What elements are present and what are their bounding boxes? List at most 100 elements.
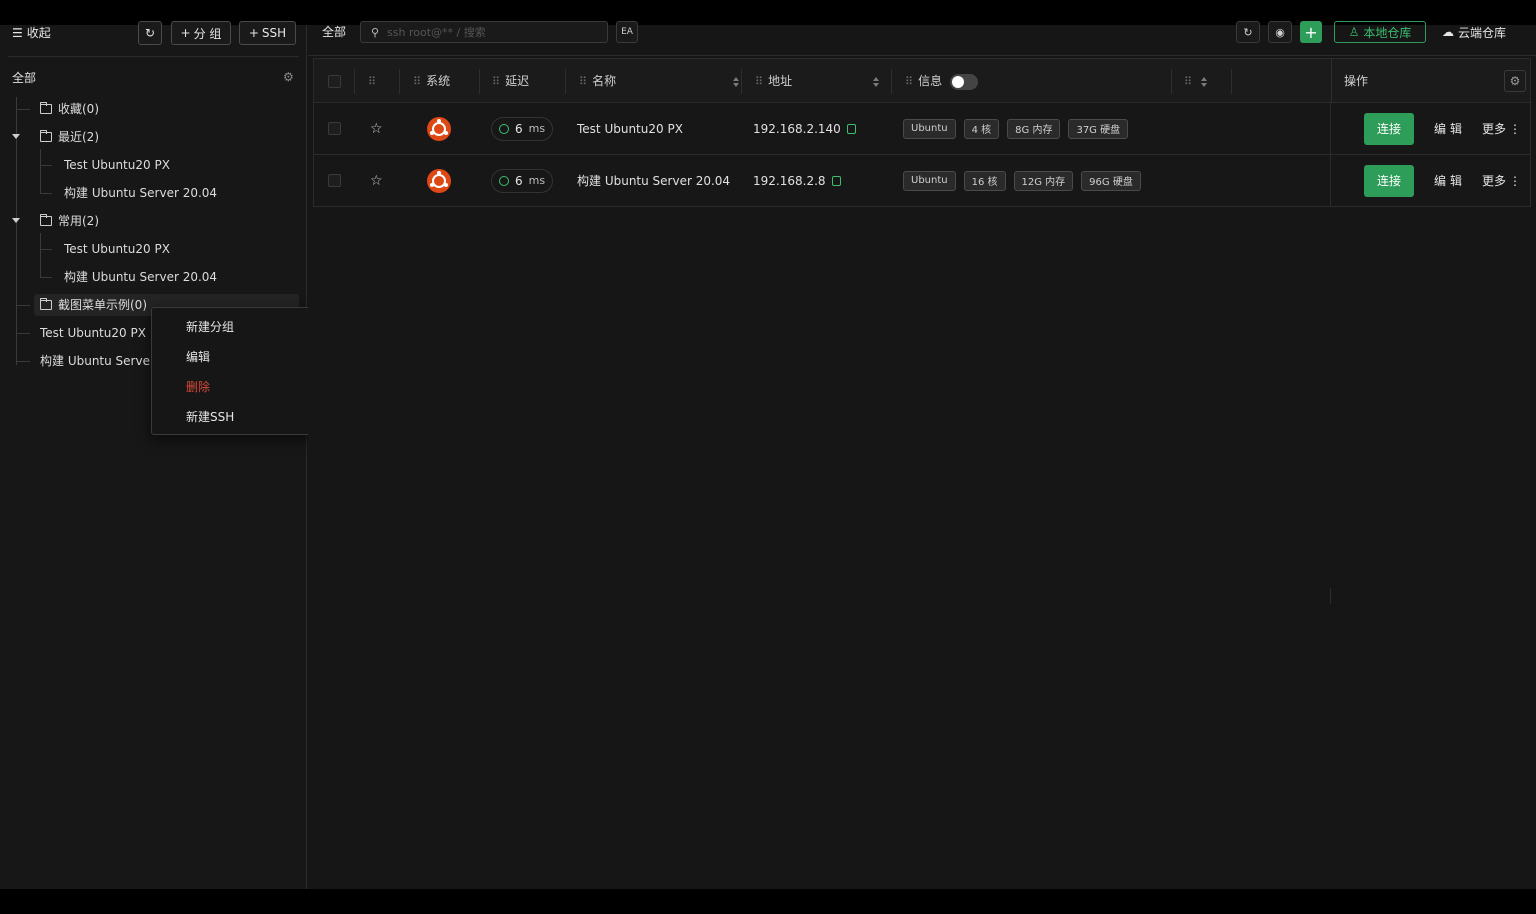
- collapse-button[interactable]: ☰ 收起: [12, 25, 51, 41]
- sort-icon[interactable]: [873, 76, 879, 87]
- tag-os: Ubuntu: [903, 118, 956, 139]
- sort-icon[interactable]: [733, 76, 739, 87]
- ubuntu-icon: [427, 116, 451, 141]
- tree-guide: [16, 305, 30, 306]
- tree-group-favorites[interactable]: 收藏(0): [40, 98, 99, 120]
- tree-group-common[interactable]: 常用(2): [40, 210, 99, 232]
- refresh-button[interactable]: ↻: [138, 21, 162, 45]
- header-system[interactable]: ⠿ 系统: [413, 59, 450, 104]
- row-checkbox[interactable]: [328, 122, 341, 135]
- header-name[interactable]: ⠿ 名称: [579, 59, 739, 104]
- copy-icon[interactable]: [831, 175, 841, 186]
- tree-guide: [40, 277, 52, 278]
- more-label: 更多: [1482, 122, 1507, 136]
- sidebar: ☰ 收起 ↻ + 分 组 + SSH 全部 ⚙ 收藏(0) 最近(2) Test…: [0, 21, 338, 889]
- tag-cpu: 16 核: [963, 170, 1006, 191]
- column-divider: [1231, 69, 1232, 94]
- collapse-label: 收起: [26, 26, 51, 40]
- more-button[interactable]: 更多 ⋮: [1482, 172, 1521, 189]
- translate-button[interactable]: EA: [616, 21, 638, 43]
- search-input[interactable]: [387, 25, 588, 39]
- header-extra[interactable]: ⠿: [1184, 59, 1208, 104]
- row-checkbox[interactable]: [328, 174, 341, 187]
- select-all-checkbox[interactable]: [328, 75, 341, 88]
- all-groups-title[interactable]: 全部: [12, 69, 36, 86]
- tree-host-item[interactable]: Test Ubuntu20 PX: [64, 238, 170, 260]
- menu-item-new-ssh[interactable]: 新建SSH: [186, 408, 234, 426]
- drag-handle-icon[interactable]: ⠿: [368, 59, 376, 104]
- add-group-button[interactable]: + 分 组: [171, 21, 231, 45]
- name-cell: 构建 Ubuntu Server 20.04: [577, 174, 731, 188]
- settings-icon[interactable]: ⚙: [283, 70, 294, 84]
- info-toggle[interactable]: [950, 73, 979, 90]
- latency-value: 6: [515, 173, 523, 188]
- cloud-repo-button[interactable]: ☁ 云端仓库: [1442, 23, 1506, 41]
- latency-cell: 6 ms: [491, 155, 554, 206]
- sort-icon[interactable]: [1201, 76, 1208, 87]
- header-label: 名称: [592, 74, 617, 88]
- info-cell: Ubuntu 16 核 12G 内存 96G 硬盘: [903, 155, 1149, 206]
- tree-host-item[interactable]: 构建 Ubuntu Server: [40, 350, 155, 372]
- ops-cell: 连接: [1364, 155, 1414, 206]
- header-address[interactable]: ⠿ 地址: [755, 59, 879, 104]
- tree-host-item[interactable]: Test Ubuntu20 PX: [64, 154, 170, 176]
- tree-host-item[interactable]: 构建 Ubuntu Server 20.04: [64, 182, 217, 204]
- favorite-cell: ☆: [370, 103, 383, 154]
- tree-group-label: 常用(2): [58, 214, 99, 228]
- more-button[interactable]: 更多 ⋮: [1482, 120, 1521, 137]
- caret-down-icon[interactable]: [12, 218, 20, 223]
- drag-handle-icon[interactable]: ⠿: [1184, 59, 1192, 104]
- latency-badge: 6 ms: [491, 116, 554, 141]
- column-settings-button[interactable]: ⚙: [1504, 70, 1526, 92]
- tag-os: Ubuntu: [903, 170, 956, 191]
- refresh-button[interactable]: ↻: [1236, 21, 1260, 43]
- header-label: 地址: [768, 74, 793, 88]
- connect-button[interactable]: 连接: [1364, 164, 1414, 197]
- local-repo-button[interactable]: ♙ 本地仓库: [1334, 21, 1426, 43]
- drag-handle-icon[interactable]: ⠿: [755, 59, 763, 104]
- menu-item-delete[interactable]: 删除: [186, 378, 210, 396]
- latency-value: 6: [515, 121, 523, 136]
- tree-guide: [40, 249, 52, 250]
- tree-host-item[interactable]: 构建 Ubuntu Server 20.04: [64, 266, 217, 288]
- refresh-icon: ↻: [1243, 25, 1253, 39]
- drag-handle-icon[interactable]: ⠿: [905, 59, 913, 104]
- drag-handle-icon[interactable]: ⠿: [579, 59, 587, 104]
- caret-down-icon[interactable]: [12, 134, 20, 139]
- connect-button[interactable]: 连接: [1364, 112, 1414, 145]
- header-info[interactable]: ⠿ 信息: [905, 59, 979, 104]
- header-latency[interactable]: ⠿ 延迟: [492, 59, 529, 104]
- drag-handle-icon[interactable]: ⠿: [492, 59, 500, 104]
- plus-icon: +: [248, 26, 259, 40]
- tree-guide: [16, 361, 30, 362]
- list-icon: ☰: [12, 26, 23, 40]
- clock-icon: [499, 123, 509, 134]
- column-divider: [479, 69, 480, 94]
- visibility-button[interactable]: ◉: [1268, 21, 1292, 43]
- drag-handle-icon[interactable]: ⠿: [413, 59, 421, 104]
- tree-host-label: 构建 Ubuntu Server 20.04: [64, 186, 218, 200]
- info-cell: Ubuntu 4 核 8G 内存 37G 硬盘: [903, 103, 1136, 154]
- column-divider: [354, 69, 355, 94]
- address-cell: 192.168.2.140: [753, 103, 856, 154]
- tree-group-recent[interactable]: 最近(2): [40, 126, 99, 148]
- tree-group-label: 最近(2): [58, 130, 99, 144]
- tree-host-label: 构建 Ubuntu Server 20.04: [64, 270, 218, 284]
- star-icon[interactable]: ☆: [370, 173, 383, 189]
- copy-icon[interactable]: [846, 123, 856, 134]
- header-label: 延迟: [505, 74, 530, 88]
- star-icon[interactable]: ☆: [370, 121, 383, 137]
- add-ssh-button[interactable]: + SSH: [239, 21, 296, 45]
- search-box[interactable]: ⚲: [360, 21, 608, 43]
- add-host-button[interactable]: +: [1300, 21, 1322, 43]
- column-divider: [399, 69, 400, 94]
- edit-button[interactable]: 编辑: [1434, 120, 1466, 137]
- edit-button[interactable]: 编辑: [1434, 172, 1466, 189]
- menu-item-edit[interactable]: 编辑: [186, 348, 210, 366]
- resize-handle[interactable]: [1330, 588, 1331, 604]
- menu-item-new-group[interactable]: 新建分组: [186, 318, 234, 336]
- tree-guide: [40, 165, 52, 166]
- table-row[interactable]: ☆ 6 ms Test Ubuntu20 PX 192.168.2.140 Ub…: [313, 103, 1531, 155]
- tree-host-item[interactable]: Test Ubuntu20 PX: [40, 322, 146, 344]
- table-row[interactable]: ☆ 6 ms 构建 Ubuntu Server 20.04 192.168.2.…: [313, 155, 1531, 207]
